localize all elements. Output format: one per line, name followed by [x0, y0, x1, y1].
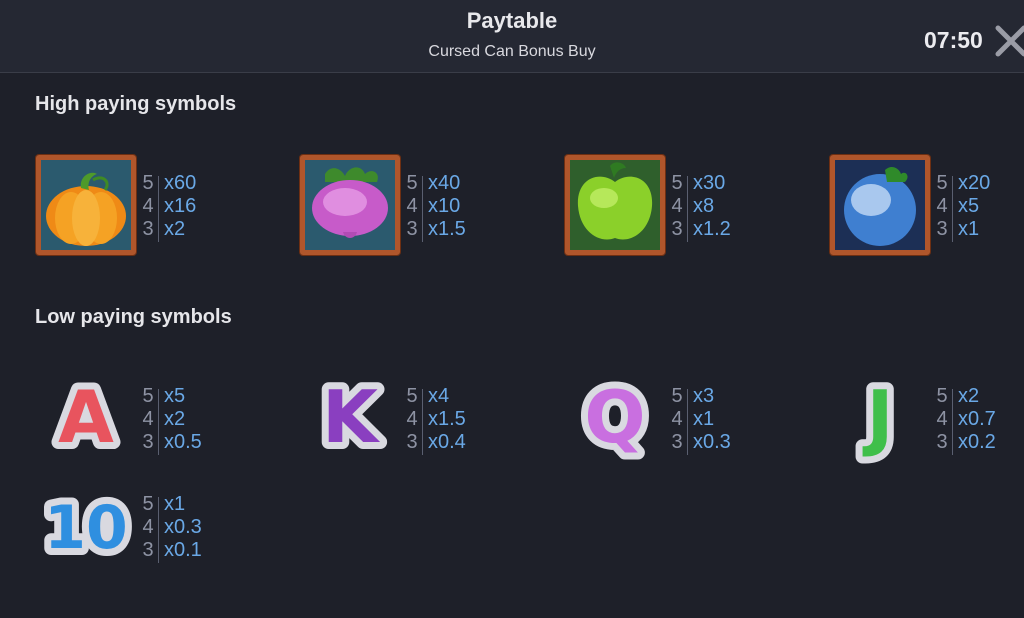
- letter-a-icon: A A: [51, 368, 121, 466]
- turnip-icon: [300, 155, 400, 255]
- pay-5: x40: [428, 172, 461, 194]
- pay-4: x0.7: [958, 408, 996, 430]
- number-10-icon: 10 10: [37, 486, 135, 570]
- pay-4: x16: [164, 195, 197, 217]
- count-4: 4: [142, 408, 154, 430]
- page-subtitle: Cursed Can Bonus Buy: [428, 43, 596, 60]
- count-5: 5: [142, 172, 154, 194]
- pay-4: x2: [164, 408, 186, 430]
- svg-text:10: 10: [44, 493, 128, 563]
- count-5: 5: [936, 385, 948, 407]
- count-5: 5: [406, 172, 418, 194]
- count-4: 4: [671, 408, 683, 430]
- apple-icon: [565, 155, 665, 255]
- high-paying-title: High paying symbols: [35, 93, 237, 115]
- svg-text:Q: Q: [584, 375, 645, 459]
- count-4: 4: [936, 195, 948, 217]
- header: Paytable Cursed Can Bonus Buy 07:50: [0, 0, 1024, 73]
- pay-5: x30: [693, 172, 726, 194]
- letter-k-icon: K K: [315, 368, 387, 466]
- svg-text:K: K: [322, 375, 380, 459]
- pay-4: x10: [428, 195, 461, 217]
- pay-3: x0.5: [164, 431, 202, 453]
- symbol-apple: [565, 155, 665, 255]
- svg-text:A: A: [58, 375, 114, 459]
- count-4: 4: [936, 408, 948, 430]
- symbol-turnip: [300, 155, 400, 255]
- count-3: 3: [142, 539, 154, 561]
- count-5: 5: [671, 172, 683, 194]
- symbol-k: K K: [300, 367, 400, 467]
- count-3: 3: [936, 431, 948, 453]
- symbol-a: A A: [36, 367, 136, 467]
- low-paying-title: Low paying symbols: [35, 306, 232, 328]
- clock: 07:50: [924, 27, 983, 53]
- count-4: 4: [406, 408, 418, 430]
- pay-5: x20: [958, 172, 991, 194]
- pay-3: x2: [164, 218, 186, 240]
- pay-5: x4: [428, 385, 450, 407]
- pay-4: x0.3: [164, 516, 202, 538]
- divider: [422, 389, 423, 455]
- close-button[interactable]: [994, 24, 1024, 58]
- pay-5: x5: [164, 385, 186, 407]
- pay-3: x0.4: [428, 431, 466, 453]
- symbol-berry: [830, 155, 930, 255]
- count-4: 4: [406, 195, 418, 217]
- divider: [952, 176, 953, 242]
- pay-5: x3: [693, 385, 715, 407]
- symbol-10: 10 10: [36, 476, 136, 576]
- count-5: 5: [142, 385, 154, 407]
- letter-j-icon: J J: [855, 368, 901, 466]
- count-5: 5: [406, 385, 418, 407]
- count-5: 5: [142, 493, 154, 515]
- count-4: 4: [142, 195, 154, 217]
- pay-4: x8: [693, 195, 715, 217]
- pay-5: x60: [164, 172, 197, 194]
- count-5: 5: [936, 172, 948, 194]
- svg-text:J: J: [862, 375, 894, 459]
- pay-3: x0.1: [164, 539, 202, 561]
- pay-4: x1.5: [428, 408, 466, 430]
- letter-q-icon: Q Q: [577, 368, 652, 466]
- pay-3: x1.2: [693, 218, 731, 240]
- pay-3: x1.5: [428, 218, 466, 240]
- count-4: 4: [671, 195, 683, 217]
- count-3: 3: [142, 431, 154, 453]
- divider: [158, 176, 159, 242]
- symbol-j: J J: [830, 367, 930, 467]
- pumpkin-icon: [36, 155, 136, 255]
- count-4: 4: [142, 516, 154, 538]
- pay-4: x5: [958, 195, 980, 217]
- divider: [158, 389, 159, 455]
- count-3: 3: [406, 218, 418, 240]
- divider: [687, 176, 688, 242]
- divider: [952, 389, 953, 455]
- count-3: 3: [142, 218, 154, 240]
- page-title: Paytable: [466, 8, 558, 33]
- count-3: 3: [671, 431, 683, 453]
- pay-3: x1: [958, 218, 980, 240]
- divider: [158, 497, 159, 563]
- count-5: 5: [671, 385, 683, 407]
- symbol-q: Q Q: [565, 367, 665, 467]
- pay-4: x1: [693, 408, 715, 430]
- count-3: 3: [406, 431, 418, 453]
- pay-3: x0.3: [693, 431, 731, 453]
- divider: [422, 176, 423, 242]
- count-3: 3: [936, 218, 948, 240]
- divider: [687, 389, 688, 455]
- pay-5: x2: [958, 385, 980, 407]
- symbol-pumpkin: [36, 155, 136, 255]
- close-icon: [995, 25, 1024, 57]
- berry-icon: [830, 155, 930, 255]
- pay-5: x1: [164, 493, 186, 515]
- count-3: 3: [671, 218, 683, 240]
- pay-3: x0.2: [958, 431, 996, 453]
